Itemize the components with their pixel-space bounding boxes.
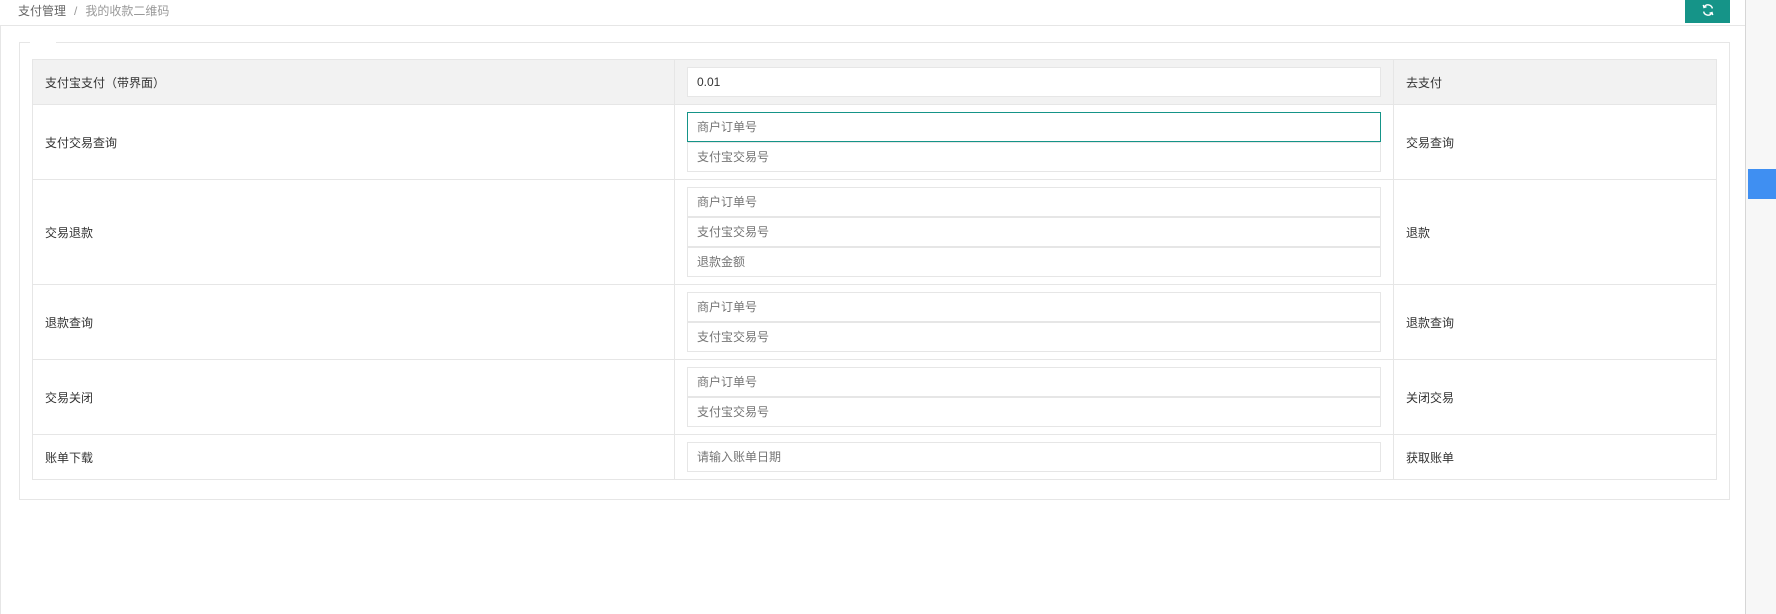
table-row: 支付交易查询 交易查询 [32,104,1717,180]
refund-query-button[interactable]: 退款查询 [1393,284,1717,360]
alipay-trade-no-input[interactable] [687,217,1381,247]
row-label: 支付交易查询 [32,104,675,180]
card-notch [30,41,56,45]
breadcrumb-parent[interactable]: 支付管理 [18,4,66,18]
table-row: 退款查询 退款查询 [32,284,1717,360]
refund-button[interactable]: 退款 [1393,179,1717,285]
row-inputs [674,179,1394,285]
merchant-order-no-input[interactable] [687,367,1381,397]
alipay-trade-no-input[interactable] [687,142,1381,172]
row-label: 交易关闭 [32,359,675,435]
get-bill-button[interactable]: 获取账单 [1393,434,1717,480]
breadcrumb-current: 我的收款二维码 [85,4,170,18]
pay-button[interactable]: 去支付 [1393,59,1717,105]
row-label: 交易退款 [32,179,675,285]
row-label: 账单下载 [32,434,675,480]
trade-query-button[interactable]: 交易查询 [1393,104,1717,180]
close-trade-button[interactable]: 关闭交易 [1393,359,1717,435]
bill-date-input[interactable] [687,442,1381,472]
row-inputs [674,59,1394,105]
refresh-button[interactable] [1685,0,1730,23]
merchant-order-no-input[interactable] [687,187,1381,217]
right-side-panel [1745,0,1776,614]
left-border [0,26,1,614]
table-row: 交易关闭 关闭交易 [32,359,1717,435]
merchant-order-no-input[interactable] [687,292,1381,322]
table-row: 交易退款 退款 [32,179,1717,285]
table-row: 账单下载 获取账单 [32,434,1717,480]
row-label: 支付宝支付（带界面） [32,59,675,105]
row-inputs [674,434,1394,480]
side-marker[interactable] [1748,169,1776,199]
payment-operations-table: 支付宝支付（带界面） 去支付 支付交易查询 交易查询 交易退款 [32,59,1717,480]
row-label: 退款查询 [32,284,675,360]
content-card: 支付宝支付（带界面） 去支付 支付交易查询 交易查询 交易退款 [19,41,1730,500]
row-inputs [674,104,1394,180]
table-row: 支付宝支付（带界面） 去支付 [32,59,1717,105]
refund-amount-input[interactable] [687,247,1381,277]
row-inputs [674,284,1394,360]
row-inputs [674,359,1394,435]
alipay-trade-no-input[interactable] [687,322,1381,352]
top-bar: 支付管理 / 我的收款二维码 [0,0,1745,26]
breadcrumb: 支付管理 / 我的收款二维码 [18,2,169,19]
amount-input[interactable] [687,67,1381,97]
alipay-trade-no-input[interactable] [687,397,1381,427]
merchant-order-no-input[interactable] [687,112,1381,142]
refresh-icon [1702,4,1713,16]
breadcrumb-separator: / [74,4,78,18]
